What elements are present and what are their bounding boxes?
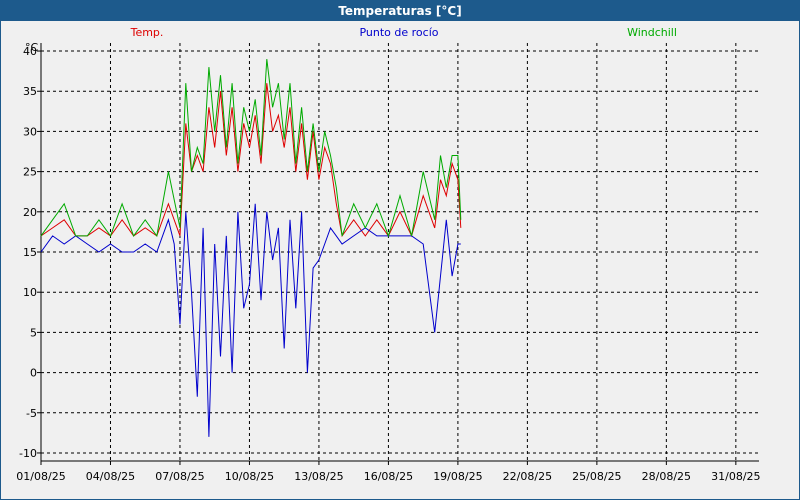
y-tick-label: 15 (23, 246, 37, 259)
y-tick-label: 30 (23, 125, 37, 138)
legend-label-1: Temp. (130, 26, 164, 39)
x-tick-label: 28/08/25 (642, 470, 691, 483)
x-tick-label: 07/08/25 (155, 470, 204, 483)
y-tick-label: -5 (26, 407, 37, 420)
x-tick-label: 10/08/25 (225, 470, 274, 483)
y-tick-label: 5 (30, 326, 37, 339)
temperature-chart: -10-5051015202530354001/08/25 04/08/25 07/… (1, 21, 799, 499)
chart-window: Temperaturas [°C] -10 -5 0 5 10 15 20 25 30 35 40 0… (0, 0, 800, 500)
legend-label-2: Punto de rocío (359, 26, 438, 39)
x-tick-label: 25/08/25 (572, 470, 621, 483)
x-tick-label: 19/08/25 (433, 470, 482, 483)
window-title: Temperaturas [°C] (1, 1, 799, 21)
x-tick-label: 13/08/25 (294, 470, 343, 483)
y-tick-label: 10 (23, 286, 37, 299)
x-tick-label: 01/08/25 (16, 470, 65, 483)
y-tick-label: 0 (30, 367, 37, 380)
y-axis-label: °C (25, 41, 39, 54)
y-tick-label: 20 (23, 206, 37, 219)
legend-label-3: Windchill (627, 26, 677, 39)
x-tick-label: 04/08/25 (86, 470, 135, 483)
plot-background (1, 21, 799, 499)
y-tick-label: 35 (23, 85, 37, 98)
x-tick-label: 31/08/25 (711, 470, 760, 483)
x-tick-label: 22/08/25 (503, 470, 552, 483)
y-tick-label: -10 (19, 447, 37, 460)
y-tick-label: 25 (23, 166, 37, 179)
x-tick-label: 16/08/25 (364, 470, 413, 483)
